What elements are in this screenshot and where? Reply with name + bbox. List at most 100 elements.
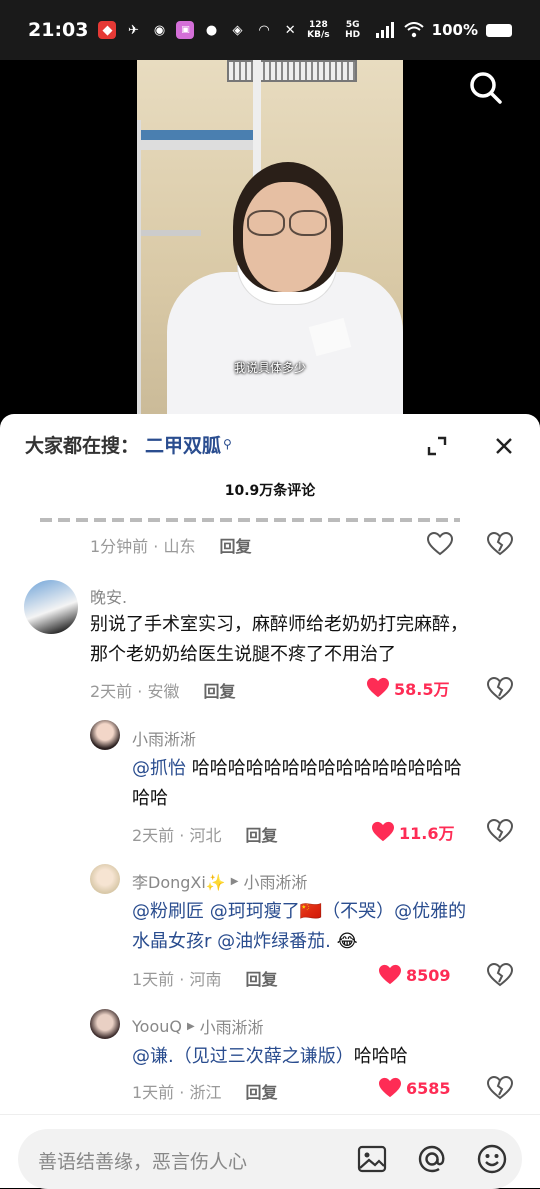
glasses-lens-left xyxy=(247,210,285,236)
like-button-active[interactable]: 11.6万 xyxy=(371,820,454,844)
net-speed: 128 KB/s xyxy=(307,20,329,40)
glasses-lens-right xyxy=(289,210,327,236)
battery-icon xyxy=(486,23,512,37)
chat-bubble-icon: ● xyxy=(205,22,218,38)
close-icon[interactable] xyxy=(494,436,514,456)
bed-rail xyxy=(141,140,256,150)
comment-location: 河北 xyxy=(189,826,222,845)
reply-arrow-icon: ▶ xyxy=(186,1020,195,1032)
comment-time: 2天前 xyxy=(132,826,175,845)
avatar[interactable] xyxy=(90,864,120,894)
like-count: 58.5万 xyxy=(394,680,450,699)
like-count: 11.6万 xyxy=(399,824,455,843)
comment-text: 别说了手术室实习，麻醉师给老奶奶打完麻醉， 那个老奶奶给医生说腿不疼了不用治了 xyxy=(90,610,468,670)
comment-meta: 1天前 · 浙江 回复 xyxy=(132,1079,277,1103)
mention-link[interactable]: @抓怡 xyxy=(132,758,186,779)
dislike-icon[interactable] xyxy=(487,1075,513,1101)
wifi-icon xyxy=(403,22,424,38)
username-text: YoouQ xyxy=(132,1016,182,1036)
at-mention-icon[interactable] xyxy=(416,1143,448,1175)
mention-link[interactable]: 水晶女孩r xyxy=(132,931,211,952)
hot-search-term[interactable]: 二甲双胍 xyxy=(145,431,221,458)
app-icon: ▣ xyxy=(176,21,195,39)
comment-count: 10.9万条评论 xyxy=(224,483,316,499)
comment-time-location: 1天前 · 河南 xyxy=(132,970,222,989)
dislike-icon[interactable] xyxy=(487,818,513,844)
mention-link[interactable]: @粉刷匠 xyxy=(132,901,204,922)
comment-text: @粉刷匠 @珂珂瘦了🇨🇳（不哭）@优雅的 水晶女孩r @油炸绿番茄. 😂 xyxy=(132,897,522,957)
mention-link[interactable]: @谦.（见过三次薛之谦版） xyxy=(132,1046,354,1067)
reply-button[interactable]: 回复 xyxy=(245,822,277,846)
reply-to-username: 小雨淅淅 xyxy=(243,873,308,892)
app-notification-icon: ◆ xyxy=(98,21,117,39)
comment-input-bar: 善语结善缘，恶言伤人心 xyxy=(0,1114,540,1189)
comment-text-line: 水晶女孩r @油炸绿番茄. 😂 xyxy=(132,927,522,957)
dislike-icon[interactable] xyxy=(487,676,513,702)
avatar[interactable] xyxy=(24,580,78,634)
hot-search-bar: 大家都在搜： 二甲双胍 ⚲ xyxy=(0,414,540,474)
comment-meta: 1分钟前 · 山东 回复 xyxy=(90,533,251,557)
comment-username[interactable]: 小雨淅淅 xyxy=(132,726,196,750)
comment-text-line: @粉刷匠 @珂珂瘦了🇨🇳（不哭）@优雅的 xyxy=(132,897,522,927)
comment-input[interactable]: 善语结善缘，恶言伤人心 xyxy=(18,1129,522,1189)
comment-username[interactable]: 晚安. xyxy=(90,584,127,608)
dislike-icon[interactable] xyxy=(487,962,513,988)
heart-filled-icon xyxy=(379,964,401,985)
comment-time-location: 1分钟前 · 山东 xyxy=(90,537,196,556)
video-player[interactable]: 我说具体多少 xyxy=(0,60,540,430)
air-vent xyxy=(227,60,357,82)
comment-text-line: 哈哈 xyxy=(132,788,168,809)
comment-meta: 2天前 · 安徽 回复 xyxy=(90,678,235,702)
net-speed-value: 128 xyxy=(309,20,328,30)
small-search-icon[interactable]: ⚲ xyxy=(223,437,232,451)
like-button-active[interactable]: 6585 xyxy=(378,1077,451,1099)
status-bar: 21:03 ◆ ✈ ◉ ▣ ● ◈ ◠ ✕ 128 KB/s 5G HD 100… xyxy=(0,0,540,60)
comment-username[interactable]: 李DongXi✨ ▶ 小雨淅淅 xyxy=(132,869,307,893)
like-count: 6585 xyxy=(406,1078,451,1098)
video-frame[interactable]: 我说具体多少 xyxy=(137,60,403,430)
username-text: 小雨淅淅 xyxy=(132,730,197,749)
weibo-icon: ◉ xyxy=(153,22,166,38)
comment-time: 1天前 xyxy=(132,970,175,989)
bed-rail-lower xyxy=(141,230,201,236)
reply-button[interactable]: 回复 xyxy=(203,678,235,702)
search-icon[interactable] xyxy=(468,70,504,106)
like-button-active[interactable]: 8509 xyxy=(378,964,451,986)
mention-link[interactable]: @珂珂瘦了🇨🇳（不哭）@优雅的 xyxy=(204,901,466,922)
comment-location: 山东 xyxy=(163,537,196,556)
username-text: 李DongXi✨ xyxy=(132,873,226,892)
emoji-icon[interactable] xyxy=(476,1143,508,1175)
dislike-icon[interactable] xyxy=(487,531,513,557)
reply-button[interactable]: 回复 xyxy=(245,966,277,990)
comment-time-location: 2天前 · 安徽 xyxy=(90,682,180,701)
like-count: 8509 xyxy=(406,965,451,985)
reply-button[interactable]: 回复 xyxy=(219,533,251,557)
like-button-active[interactable]: 58.5万 xyxy=(366,676,449,700)
reply-arrow-icon: ▶ xyxy=(230,875,239,887)
heart-filled-icon xyxy=(367,677,389,698)
avatar[interactable] xyxy=(90,1009,120,1039)
comment-location: 安徽 xyxy=(147,682,180,701)
comment-username[interactable]: YoouQ ▶ 小雨淅淅 xyxy=(132,1014,264,1038)
expand-icon[interactable] xyxy=(427,436,447,456)
comment-text: @抓怡 哈哈哈哈哈哈哈哈哈哈哈哈哈哈哈 哈哈 xyxy=(132,754,512,814)
hot-search-label: 大家都在搜： xyxy=(25,434,140,457)
mention-link[interactable]: @油炸绿番茄. xyxy=(211,931,331,952)
comment-list[interactable]: 1分钟前 · 山东 回复 晚安. 别说了手术室实习，麻醉师给老奶奶打完麻醉， 那… xyxy=(0,514,540,1114)
comment-meta: 1天前 · 河南 回复 xyxy=(132,966,277,990)
status-time: 21:03 xyxy=(28,19,89,41)
video-caption: 我说具体多少 xyxy=(233,361,306,375)
image-icon[interactable] xyxy=(356,1143,388,1175)
comment-time: 2天前 xyxy=(90,682,133,701)
username-text: 晚安. xyxy=(90,588,128,607)
like-icon[interactable] xyxy=(427,532,453,556)
comment-time-location: 2天前 · 河北 xyxy=(132,826,222,845)
net-speed-unit: KB/s xyxy=(307,30,330,40)
heart-filled-icon xyxy=(372,821,394,842)
avatar[interactable] xyxy=(90,720,120,750)
glasses xyxy=(243,210,331,238)
comment-text-line: 别说了手术室实习，麻醉师给老奶奶打完麻醉， xyxy=(90,614,468,635)
comment-time-location: 1天前 · 浙江 xyxy=(132,1083,222,1102)
reply-button[interactable]: 回复 xyxy=(245,1079,277,1103)
comment-location: 河南 xyxy=(189,970,222,989)
